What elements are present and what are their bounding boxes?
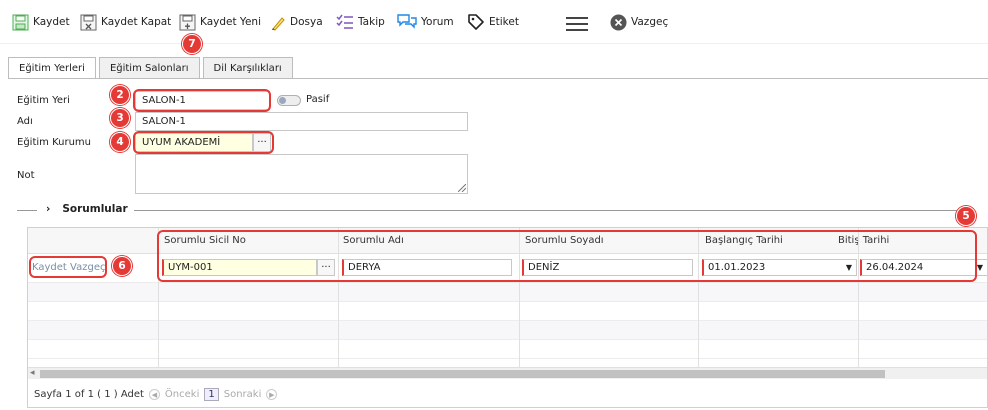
comment-icon [397,14,417,29]
file-icon [272,16,285,31]
dropdown-arrow-icon: ▼ [976,263,983,272]
annotation-frame [157,230,977,282]
save-close-icon [80,14,97,30]
passive-toggle[interactable] [277,95,301,106]
save-close-button[interactable]: Kaydet Kapat [80,11,171,33]
comment-label: Yorum [421,16,454,28]
responsibles-section-header[interactable]: › Sorumlular [40,203,134,215]
section-divider-right [128,210,968,211]
tab-training-halls[interactable]: Eğitim Salonları [98,57,200,78]
scroll-left-icon[interactable]: ◂ [30,368,35,378]
pager-info: Sayfa 1 of 1 ( 1 ) Adet [34,389,144,400]
next-page-button[interactable]: Sonraki [224,389,262,400]
save-new-button[interactable]: Kaydet Yeni [179,11,261,33]
annotation-badge: 5 [956,206,976,226]
save-new-label: Kaydet Yeni [200,16,261,28]
table-row[interactable] [28,302,987,321]
save-icon [12,14,29,30]
menu-icon[interactable] [566,17,588,31]
comment-button[interactable]: Yorum [397,11,454,33]
tab-training-places[interactable]: Eğitim Yerleri [8,57,96,79]
toolbar: Kaydet Kaydet Kapat Kaydet Yeni Dosya Ta… [0,0,988,44]
annotation-frame [29,256,107,278]
note-textarea[interactable] [135,154,468,194]
annotation-badge: 7 [182,34,202,54]
annotation-badge: 4 [110,132,130,152]
next-page-icon[interactable]: ▶ [266,389,278,400]
checklist-icon [336,14,353,29]
passive-label: Pasif [306,94,330,105]
file-label: Dosya [290,16,323,28]
tab-bar: Eğitim Yerleri Eğitim Salonları Dil Karş… [8,57,296,79]
save-label: Kaydet [33,16,70,28]
table-row[interactable] [28,283,987,302]
scroll-thumb[interactable] [40,370,885,378]
expand-arrow-icon: › [46,203,51,215]
save-close-label: Kaydet Kapat [101,16,172,28]
tag-button[interactable]: Etiket [467,11,519,33]
close-circle-icon [610,14,627,30]
file-button[interactable]: Dosya [270,11,323,33]
prev-page-button[interactable]: Önceki [165,389,199,400]
save-button[interactable]: Kaydet [12,11,70,33]
tab-divider [8,78,988,79]
annotation-frame [133,131,274,154]
annotation-badge: 6 [112,256,132,276]
annotation-badge: 3 [110,108,130,128]
follow-button[interactable]: Takip [336,11,385,33]
page-number[interactable]: 1 [204,388,219,401]
section-divider-left [17,210,37,211]
tag-label: Etiket [489,16,519,28]
name-label: Adı [17,116,33,127]
annotation-badge: 2 [110,85,130,105]
institution-label: Eğitim Kurumu [17,137,91,148]
resize-handle-icon[interactable] [458,184,466,192]
cancel-label: Vazgeç [631,16,669,28]
note-label: Not [17,170,35,181]
tab-language-equivalents[interactable]: Dil Karşılıkları [202,57,293,78]
name-input[interactable]: SALON-1 [135,112,468,131]
horizontal-scrollbar[interactable]: ◂ [28,367,987,379]
section-title: Sorumlular [62,203,128,215]
place-label: Eğitim Yeri [17,95,70,106]
pager: Sayfa 1 of 1 ( 1 ) Adet ◀ Önceki 1 Sonra… [34,388,278,401]
table-row[interactable] [28,321,987,340]
table-row[interactable] [28,340,987,359]
prev-page-icon[interactable]: ◀ [148,389,160,400]
follow-label: Takip [358,16,385,28]
save-new-icon [179,14,196,30]
tag-icon [468,14,484,30]
cancel-button[interactable]: Vazgeç [610,11,668,33]
annotation-frame [133,89,271,112]
